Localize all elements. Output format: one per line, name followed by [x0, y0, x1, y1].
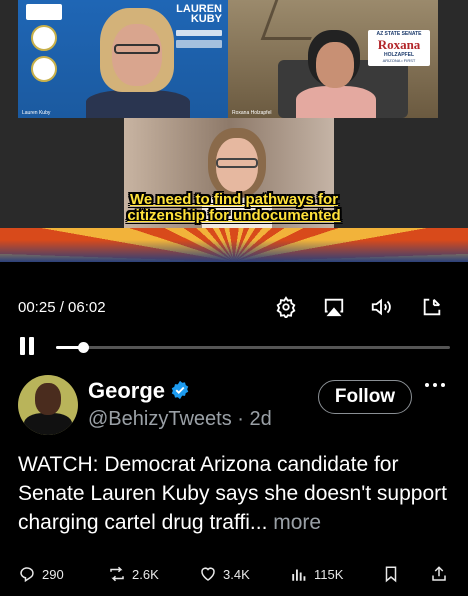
user-handle[interactable]: @BehizyTweets · 2d [88, 408, 272, 431]
volume-icon[interactable] [370, 296, 392, 318]
share-icon [432, 566, 446, 581]
pause-button[interactable] [18, 337, 38, 357]
heart-icon [201, 567, 215, 581]
like-button[interactable]: 3.4K [199, 562, 250, 586]
display-name[interactable]: George [88, 378, 165, 404]
airplay-icon[interactable] [323, 296, 345, 318]
follow-button[interactable]: Follow [318, 380, 412, 414]
like-count: 3.4K [223, 566, 250, 582]
progress-scrubber[interactable] [78, 342, 89, 353]
progress-track[interactable] [56, 346, 450, 349]
show-more-link[interactable]: more [273, 511, 321, 534]
repost-count: 2.6K [132, 566, 159, 582]
repost-icon [110, 566, 124, 582]
verified-badge-icon [170, 380, 190, 400]
reply-count: 290 [42, 566, 64, 582]
tweet-actions: 290 2.6K 3.4K 115K [0, 562, 468, 586]
view-count: 115K [314, 566, 344, 582]
playback-time: 00:25 / 06:02 [18, 299, 106, 316]
share-button[interactable] [430, 562, 448, 586]
reply-button[interactable]: 290 [18, 562, 64, 586]
tweet-body: WATCH: Democrat Arizona candidate for Se… [18, 453, 447, 534]
endorsement-logos [26, 4, 62, 87]
tweet-text: WATCH: Democrat Arizona candidate for Se… [18, 450, 458, 537]
avatar[interactable] [18, 375, 78, 435]
participant-name: Lauren Kuby [22, 110, 51, 116]
more-options-icon[interactable] [424, 380, 446, 390]
participant-figure [296, 30, 376, 118]
views-button[interactable]: 115K [290, 562, 343, 586]
video-tile-roxana-holzapfel: AZ STATE SENATE Roxana HOLZAPFEL ARIZONA… [228, 0, 438, 118]
gear-icon[interactable] [275, 296, 297, 320]
bookmark-icon [385, 566, 397, 583]
video-caption: We need to find pathways for citizenship… [127, 191, 341, 224]
bookmark-button[interactable] [382, 562, 400, 586]
minimize-icon[interactable] [421, 296, 443, 318]
video-player[interactable]: LAUREN KUBY Lauren Kuby AZ STATE SENATE … [0, 0, 468, 262]
video-tile-lauren-kuby: LAUREN KUBY Lauren Kuby [18, 0, 228, 118]
speaker-figure [86, 8, 190, 118]
campaign-sign: AZ STATE SENATE Roxana HOLZAPFEL ARIZONA… [368, 30, 430, 66]
bar-chart-icon [292, 569, 306, 581]
repost-button[interactable]: 2.6K [108, 562, 159, 586]
participant-name: Roxana Holzapfel [232, 110, 272, 116]
reply-icon [20, 567, 34, 583]
